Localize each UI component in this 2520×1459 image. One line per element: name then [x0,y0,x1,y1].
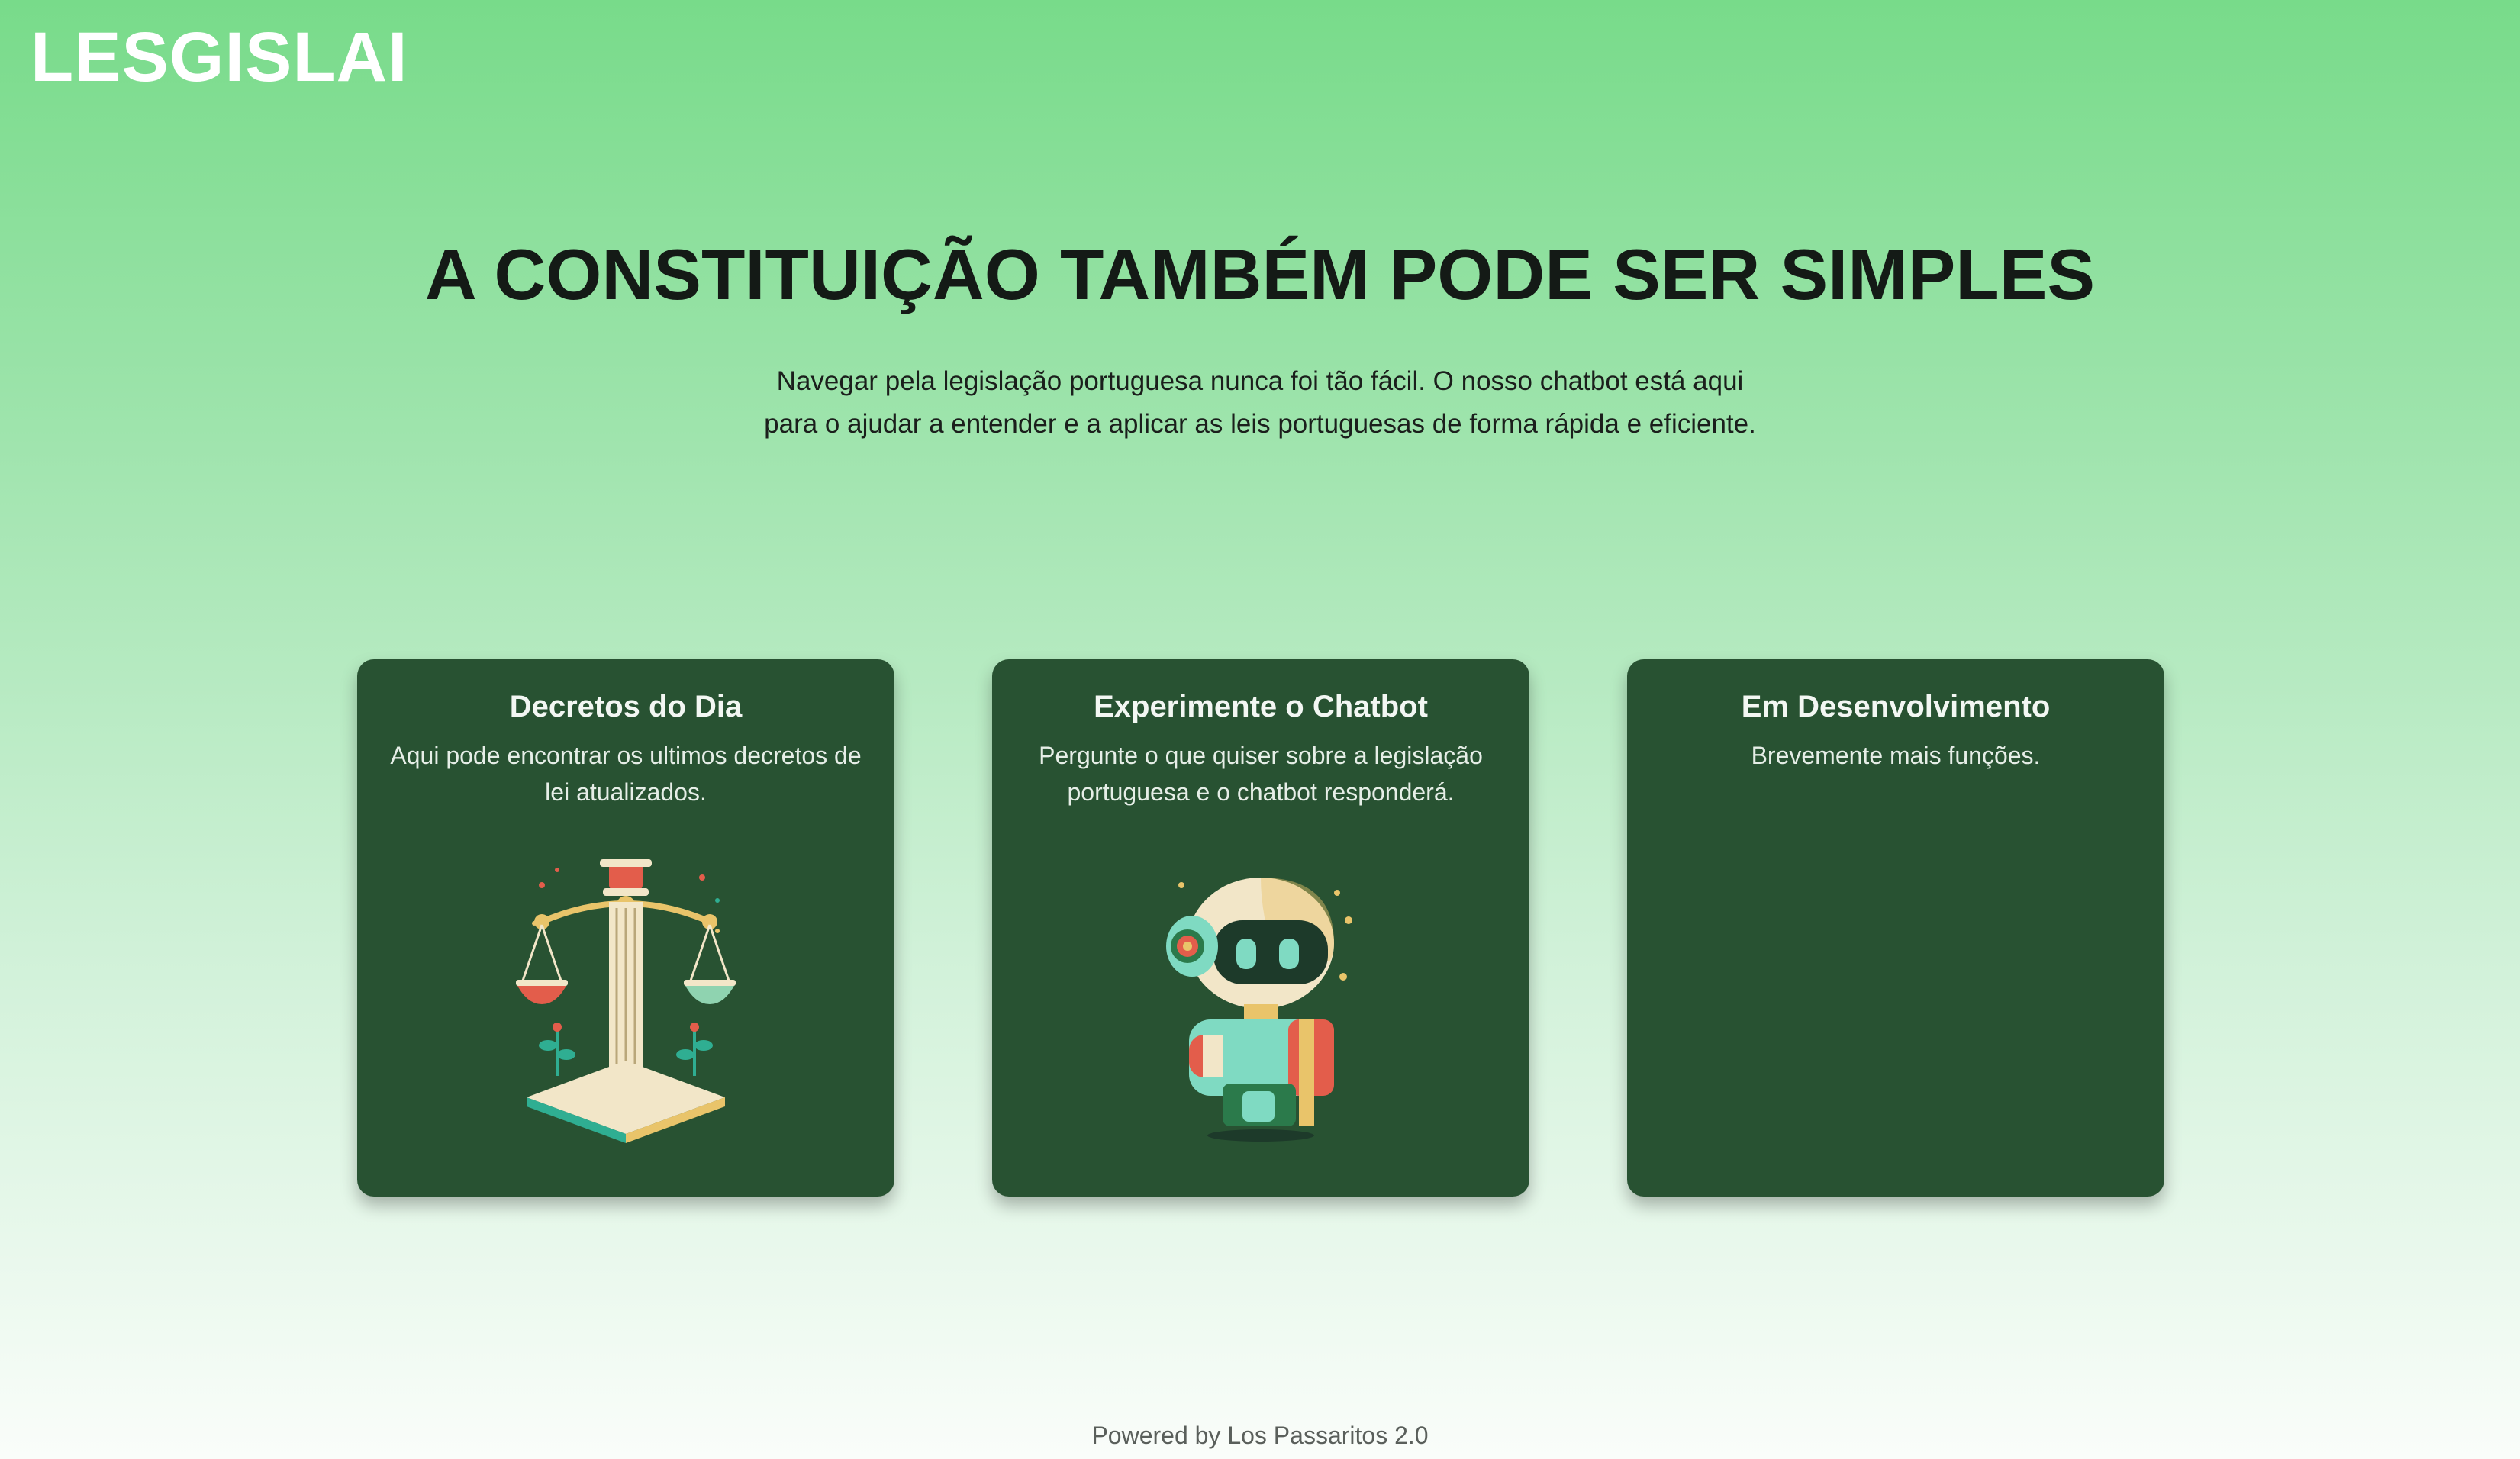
footer-text: Powered by Los Passaritos 2.0 [1091,1422,1429,1449]
card-description: Aqui pode encontrar os ultimos decretos … [390,742,862,806]
scales-of-justice-icon [516,859,736,1143]
card-title: Em Desenvolvimento [1741,690,2051,723]
card-title: Decretos do Dia [509,690,743,723]
hero-title: A CONSTITUIÇÃO TAMBÉM PODE SER SIMPLES [424,234,2096,314]
hero-subtitle: Navegar pela legislação portuguesa nunca… [764,366,1756,439]
card-decretos-do-dia[interactable]: Decretos do Dia Aqui pode encontrar os u… [357,659,894,1197]
card-description: Brevemente mais funções. [1751,742,2041,769]
card-em-desenvolvimento[interactable]: Em Desenvolvimento Brevemente mais funçõ… [1627,659,2164,1197]
card-experimente-o-chatbot[interactable]: Experimente o Chatbot Pergunte o que qui… [992,659,1529,1197]
robot-chatbot-icon [1166,878,1352,1142]
card-description: Pergunte o que quiser sobre a legislação… [1039,742,1483,806]
card-title: Experimente o Chatbot [1094,690,1428,723]
logo[interactable]: LESGISLAI [31,15,408,99]
